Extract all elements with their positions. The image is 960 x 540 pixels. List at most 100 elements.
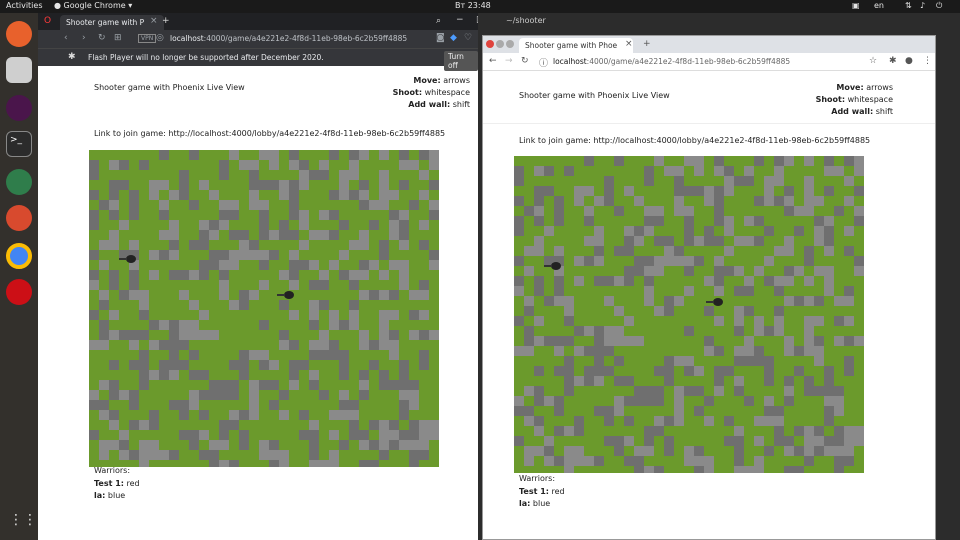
terminal-icon[interactable]: >_ [6,131,32,157]
opera-menu-icon[interactable]: O [44,16,51,26]
wall-tile [359,330,369,340]
chrome-icon[interactable] [6,243,32,269]
reload-icon[interactable]: ↻ [521,56,529,66]
wall-tile [269,380,279,390]
wall-tile [794,446,804,456]
wall-tile [724,216,734,226]
wall-tile [149,340,159,350]
wall-tile [714,386,724,396]
wall-tile [534,286,544,296]
wall-tile [369,460,379,467]
show-apps-icon[interactable]: ⋮⋮ [6,509,37,535]
wall-tile [804,186,814,196]
wall-tile [239,430,249,440]
tab-shooter-game[interactable]: Shooter game with Phoe [519,38,633,53]
wall-tile [644,226,654,236]
wall-tile [159,360,169,370]
wall-tile [269,250,279,260]
back-icon[interactable]: ‹ [64,33,68,43]
wall-tile [724,186,734,196]
game-board[interactable] [514,156,864,473]
wall-tile [664,416,674,426]
wall-tile [169,270,179,280]
new-tab-icon[interactable]: + [162,16,170,26]
turn-off-button[interactable]: Turn off [444,51,478,71]
maximize-icon[interactable]: □ [476,15,478,25]
wall-tile [744,306,754,316]
wall-tile [634,236,644,246]
wall-tile [594,456,604,466]
menu-icon[interactable]: ⋮ [923,56,932,66]
wall-tile [209,450,219,460]
wall-tile [299,210,309,220]
wall-tile [119,330,129,340]
wall-tile [604,196,614,206]
close-window-icon[interactable] [486,40,494,48]
back-icon[interactable]: ← [489,56,497,66]
wall-tile [429,150,439,160]
wall-tile [854,336,864,346]
atom-icon[interactable] [6,169,32,195]
tab-close-icon[interactable]: × [150,16,158,26]
forward-icon[interactable]: → [505,56,513,66]
forward-icon[interactable]: › [82,33,86,43]
shield-icon[interactable]: ◆ [450,33,457,43]
opera-icon[interactable] [6,279,32,305]
wall-tile [744,396,754,406]
firefox-icon[interactable] [6,21,32,47]
join-link[interactable]: Link to join game: http://localhost:4000… [94,129,445,138]
new-tab-icon[interactable]: + [643,39,651,49]
wall-tile [514,226,524,236]
url-field[interactable]: localhost:4000/game/a4e221e2-4f8d-11eb-9… [170,34,407,43]
wall-tile [219,380,229,390]
wall-tile [824,376,834,386]
wall-tile [584,186,594,196]
tab-shooter-game[interactable]: Shooter game with P [60,15,164,30]
tabs-grid-icon[interactable]: ⊞ [114,33,122,43]
power-icon[interactable]: ⏻ [936,1,942,11]
camera-icon[interactable]: ◙ [436,33,445,43]
settings-icon[interactable] [6,205,32,231]
wall-tile [349,420,359,430]
wall-tile [289,250,299,260]
star-icon[interactable]: ☆ [869,56,877,66]
maximize-window-icon[interactable] [506,40,514,48]
wall-tile [694,466,704,473]
join-link[interactable]: Link to join game: http://localhost:4000… [519,136,870,145]
wall-tile [379,380,389,390]
language-indicator[interactable]: en [874,1,884,10]
wall-tile [564,426,574,436]
wall-tile [129,290,139,300]
files-icon[interactable] [6,57,32,83]
vpn-icon[interactable]: VPN [138,34,157,43]
slack-icon[interactable] [6,95,32,121]
wall-tile [684,366,694,376]
wall-tile [359,440,369,450]
profile-icon[interactable]: ● [905,56,913,66]
wall-tile [554,276,564,286]
wall-tile [339,370,349,380]
minimize-window-icon[interactable] [496,40,504,48]
tab-close-icon[interactable]: × [625,39,633,49]
info-icon[interactable]: ⓘ [539,56,548,69]
wall-tile [409,450,419,460]
minimize-icon[interactable]: − [456,15,464,25]
wall-tile [239,230,249,240]
heart-icon[interactable]: ♡ [464,33,472,43]
url-field[interactable]: localhost:4000/game/a4e221e2-4f8d-11eb-9… [553,57,790,66]
app-menu[interactable]: ● Google Chrome ▾ [54,1,132,10]
wall-tile [399,430,409,440]
wall-tile [169,370,179,380]
reload-icon[interactable]: ↻ [98,33,106,43]
wall-tile [119,440,129,450]
wall-tile [359,240,369,250]
wall-tile [614,306,624,316]
wall-tile [319,280,329,290]
wall-tile [704,346,714,356]
wall-tile [734,386,744,396]
extensions-icon[interactable]: ✱ [889,56,897,66]
game-board[interactable] [89,150,439,467]
search-icon[interactable]: ⌕ [436,16,441,26]
clock[interactable]: Вт 23:48 [455,1,491,10]
activities-button[interactable]: Activities [6,1,43,10]
